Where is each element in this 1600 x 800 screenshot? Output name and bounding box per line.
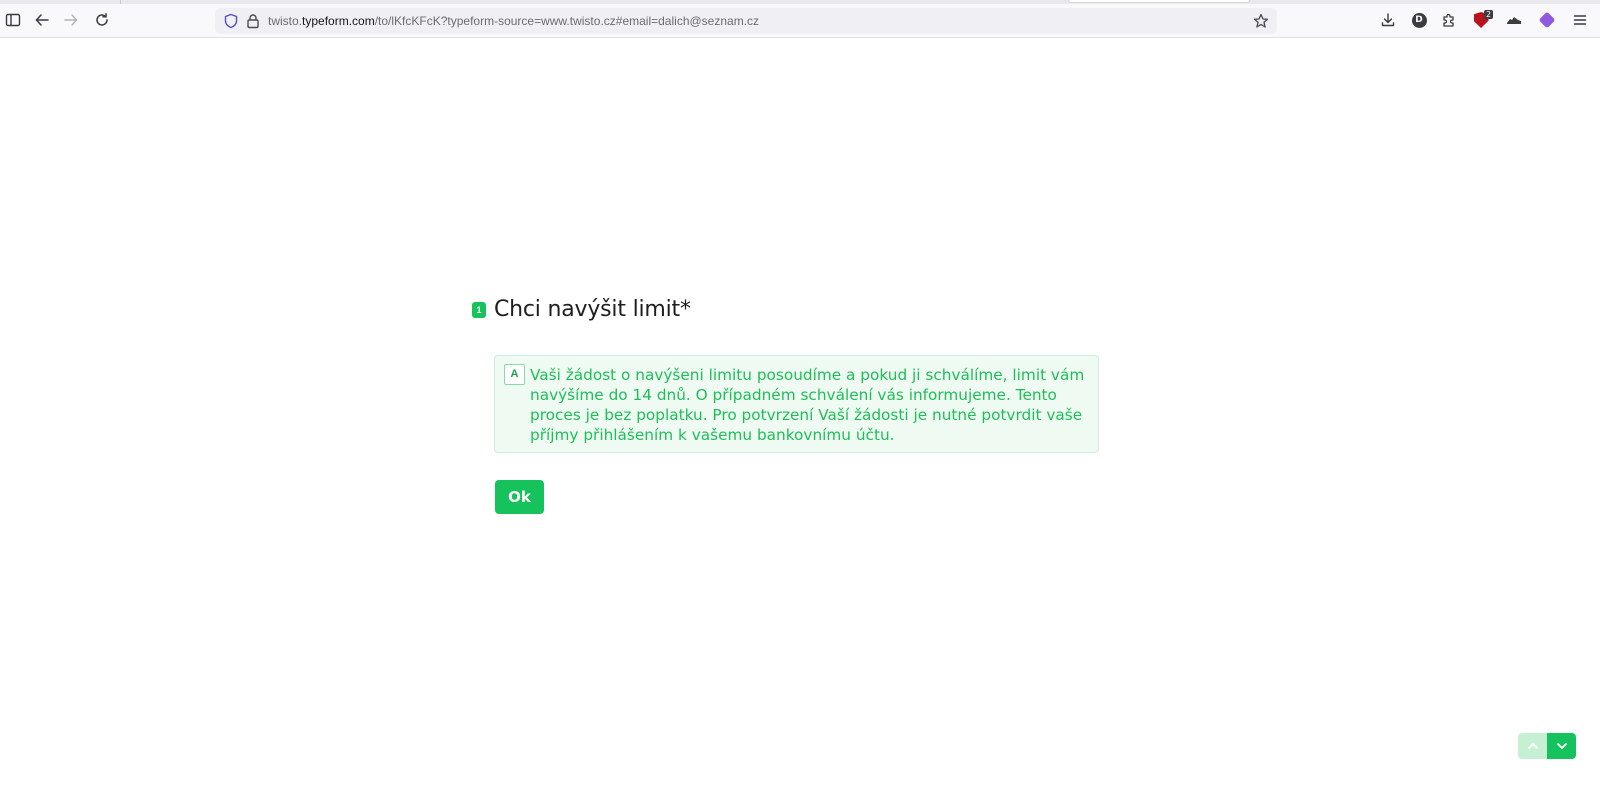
sneaker-icon[interactable]	[1505, 11, 1523, 29]
question-number-badge: 1	[472, 301, 486, 318]
reload-icon[interactable]	[91, 9, 113, 31]
tab-edge	[1068, 0, 1250, 3]
tab-strip	[0, 0, 1600, 4]
tab-separator	[120, 0, 121, 4]
next-question-button[interactable]	[1547, 733, 1576, 759]
menu-icon[interactable]	[1571, 11, 1589, 29]
shield-icon[interactable]	[223, 13, 239, 29]
question-header: 1 Chci navýšit limit*	[472, 297, 691, 322]
chevron-up-icon	[1527, 743, 1538, 749]
previous-question-button[interactable]	[1518, 733, 1547, 759]
address-bar[interactable]: twisto.typeform.com/to/lKfcKFcK?typeform…	[215, 8, 1277, 34]
lock-icon[interactable]	[245, 13, 261, 29]
question-title: Chci navýšit limit*	[494, 297, 691, 322]
choice-key-badge: A	[504, 364, 525, 385]
url-host: typeform.com	[302, 14, 375, 28]
extension-d-icon[interactable]: D	[1410, 11, 1428, 29]
chevron-down-icon	[1556, 743, 1567, 749]
choice-text: Vaši žádost o navýšeni limitu posoudíme …	[530, 366, 1085, 444]
bookmark-star-icon[interactable]	[1253, 13, 1269, 29]
url-text[interactable]: twisto.typeform.com/to/lKfcKFcK?typeform…	[268, 14, 759, 28]
back-icon[interactable]	[31, 9, 53, 31]
ok-button[interactable]: Ok	[495, 480, 544, 514]
url-path: /to/lKfcKFcK?typeform-source=www.twisto.…	[374, 14, 760, 28]
browser-toolbar: twisto.typeform.com/to/lKfcKFcK?typeform…	[0, 0, 1600, 38]
sidebar-icon[interactable]	[2, 9, 24, 31]
purple-extension-icon[interactable]	[1538, 11, 1556, 29]
download-icon[interactable]	[1379, 11, 1397, 29]
url-prefix: twisto.	[268, 14, 303, 28]
typeform-page: 1 Chci navýšit limit* A Vaši žádost o na…	[0, 39, 1600, 800]
extensions-puzzle-icon[interactable]	[1440, 11, 1458, 29]
question-navigation	[1518, 733, 1576, 759]
extension-badge-count: 2	[1484, 10, 1494, 19]
choice-option-a[interactable]: A Vaši žádost o navýšeni limitu posoudím…	[494, 355, 1099, 453]
extension-avatar-letter: D	[1411, 12, 1427, 28]
forward-icon[interactable]	[60, 9, 82, 31]
